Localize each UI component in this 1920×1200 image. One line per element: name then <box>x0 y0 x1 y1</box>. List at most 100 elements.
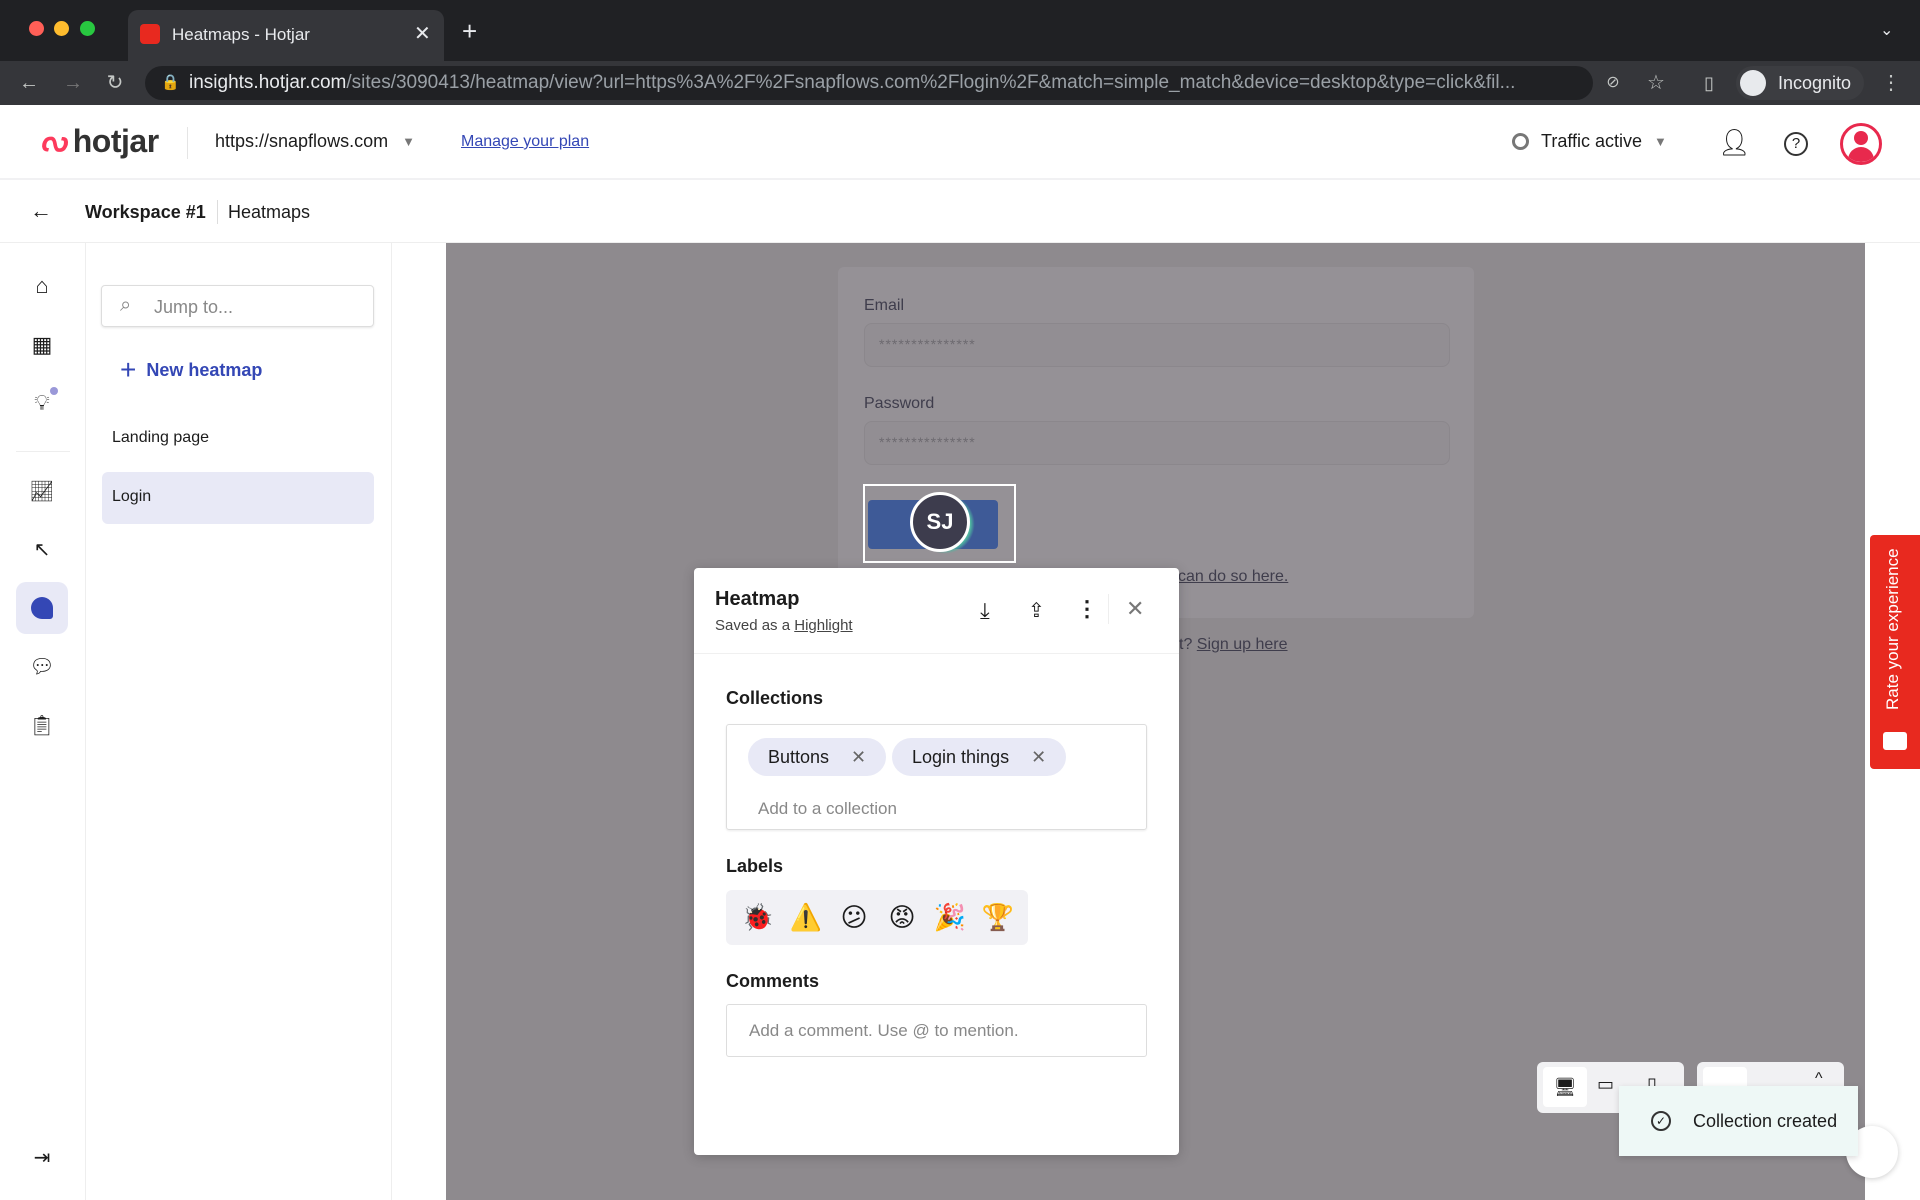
surveys-icon[interactable]: 📋︎ <box>16 699 68 751</box>
angry-label-icon[interactable]: 😡 <box>878 903 926 933</box>
rate-experience-tab[interactable]: Rate your experience <box>1870 535 1920 769</box>
jump-to-search[interactable]: ⌕ Jump to... <box>101 285 374 327</box>
feedback-face-icon <box>1883 732 1907 750</box>
manage-plan-link[interactable]: Manage your plan <box>461 133 589 151</box>
breadcrumb-workspace[interactable]: Workspace #1 <box>85 202 206 223</box>
signup-text: t? Sign up here <box>1179 636 1288 653</box>
logo-text: hotjar <box>72 123 159 159</box>
check-circle-icon: ✓ <box>1651 1111 1671 1131</box>
back-arrow-icon[interactable]: ← <box>30 198 52 224</box>
signup-link: Sign up here <box>1196 636 1288 653</box>
site-url: https://snapflows.com <box>215 131 389 151</box>
chevron-down-icon: ▼ <box>402 134 415 149</box>
incognito-profile-button[interactable]: Incognito <box>1736 66 1864 100</box>
hotjar-logo[interactable]: ᔓ hotjar <box>40 123 159 160</box>
url-host: insights.hotjar.com <box>189 72 347 93</box>
feedback-icon[interactable]: 💬︎ <box>16 640 68 692</box>
invite-user-icon[interactable]: 👤︎ <box>1718 127 1751 158</box>
trends-icon[interactable]: 📈︎ <box>16 465 68 517</box>
tablet-icon[interactable]: ▭ <box>1597 1074 1614 1095</box>
hotjar-flame-icon: ᔓ <box>40 125 67 158</box>
user-avatar[interactable] <box>1840 123 1882 165</box>
app-header: ᔓ hotjar https://snapflows.com ▼ Manage … <box>0 105 1920 180</box>
close-icon[interactable]: ✕ <box>1126 596 1144 622</box>
side-panel-icon[interactable]: ▯ <box>1694 61 1724 105</box>
trophy-label-icon[interactable]: 🏆 <box>974 903 1022 933</box>
comments-label: Comments <box>726 971 820 991</box>
help-icon[interactable]: ? <box>1784 132 1808 156</box>
minimize-window-button[interactable] <box>54 21 69 36</box>
labels-picker: 🐞 ⚠️ 😕 😡 🎉 🏆 <box>726 890 1028 945</box>
user-avatar-marker: SJ <box>910 492 970 552</box>
tab-search-chevron-icon[interactable]: ⌄ <box>1880 20 1893 40</box>
desktop-icon[interactable]: 🖥︎ <box>1543 1067 1587 1107</box>
nav-rail: ⌂ ▦ 💡︎ 📈︎ ↖ 💬︎ 📋︎ ⇥ <box>0 243 86 1200</box>
browser-toolbar: ← → ↻ 🔒 insights.hotjar.com/sites/309041… <box>0 61 1920 105</box>
close-tab-icon[interactable]: ✕ <box>414 21 431 46</box>
remove-chip-icon[interactable]: ✕ <box>851 738 866 776</box>
profile-label: Incognito <box>1778 73 1852 93</box>
more-options-icon[interactable]: ⋮ <box>1076 596 1098 622</box>
sidebar-item-login[interactable]: Login <box>102 472 374 524</box>
bug-label-icon[interactable]: 🐞 <box>734 903 782 933</box>
breadcrumb-heatmaps[interactable]: Heatmaps <box>228 202 310 223</box>
address-bar[interactable]: 🔒 insights.hotjar.com/sites/3090413/heat… <box>145 66 1593 100</box>
share-icon[interactable]: ⇪ <box>1028 598 1045 623</box>
plus-icon: + <box>120 354 137 385</box>
login-form-preview: Email *************** Password *********… <box>838 267 1474 618</box>
confused-label-icon[interactable]: 😕 <box>830 903 878 933</box>
browser-menu-icon[interactable]: ⋮ <box>1876 61 1906 105</box>
recordings-icon[interactable]: ↖ <box>16 523 68 575</box>
eye-off-icon[interactable]: ⊘ <box>1598 61 1628 105</box>
dashboard-icon[interactable]: ▦ <box>16 319 68 371</box>
heatmaps-sidebar: ⌕ Jump to... + New heatmap Landing page … <box>86 243 392 1200</box>
browser-tab-strip: Heatmaps - Hotjar ✕ + ⌄ <box>0 0 1920 61</box>
saved-as-text: Saved as a Highlight <box>715 617 853 634</box>
password-label: Password <box>864 395 935 412</box>
new-tab-button[interactable]: + <box>462 16 477 47</box>
hotjar-favicon-icon <box>140 24 160 44</box>
collection-chip: Login things ✕ <box>892 738 1067 776</box>
collection-chip: Buttons ✕ <box>748 738 887 776</box>
email-label: Email <box>864 297 905 314</box>
highlighted-element[interactable]: SJ <box>863 484 1016 563</box>
email-field: *************** <box>864 323 1450 367</box>
maximize-window-button[interactable] <box>80 21 95 36</box>
search-icon: ⌕ <box>120 294 132 316</box>
back-icon[interactable]: ← <box>14 61 44 105</box>
search-placeholder: Jump to... <box>154 297 234 317</box>
toast-notification: ✓ Collection created <box>1619 1086 1858 1156</box>
party-label-icon[interactable]: 🎉 <box>926 903 974 933</box>
reload-icon[interactable]: ↻ <box>100 61 130 105</box>
site-selector[interactable]: https://snapflows.com ▼ <box>215 131 415 153</box>
highlight-link[interactable]: Highlight <box>794 617 852 634</box>
traffic-status-label: Traffic active <box>1541 131 1643 151</box>
new-heatmap-label: New heatmap <box>146 359 263 380</box>
traffic-status-dropdown[interactable]: Traffic active ▼ <box>1512 131 1667 152</box>
expand-sidebar-icon[interactable]: ⇥ <box>16 1131 68 1183</box>
forward-icon[interactable]: → <box>58 61 88 105</box>
url-path: /sites/3090413/heatmap/view?url=https%3A… <box>346 72 1516 93</box>
labels-label: Labels <box>726 856 784 876</box>
download-icon[interactable]: ⤓ <box>980 598 990 624</box>
incognito-icon <box>1740 70 1766 96</box>
browser-tab[interactable]: Heatmaps - Hotjar ✕ <box>128 10 444 61</box>
home-icon[interactable]: ⌂ <box>16 260 68 312</box>
lightbulb-icon[interactable]: 💡︎ <box>16 377 68 429</box>
traffic-status-icon <box>1512 133 1529 150</box>
comment-input[interactable]: Add a comment. Use @ to mention. <box>726 1004 1147 1057</box>
sidebar-item-landing-page[interactable]: Landing page <box>112 429 209 447</box>
collections-input[interactable]: Buttons ✕ Login things ✕ Add to a collecti… <box>726 724 1147 830</box>
remove-chip-icon[interactable]: ✕ <box>1031 738 1046 776</box>
bookmark-star-icon[interactable]: ☆ <box>1641 61 1671 105</box>
reset-link: can do so here. <box>1178 568 1289 585</box>
heatmaps-icon[interactable] <box>16 582 68 634</box>
new-heatmap-button[interactable]: + New heatmap <box>120 354 262 386</box>
password-field: *************** <box>864 421 1450 465</box>
close-window-button[interactable] <box>29 21 44 36</box>
heatmap-details-panel: Heatmap Saved as a Highlight ⤓ ⇪ ⋮ ✕ Col… <box>694 568 1179 1155</box>
panel-title: Heatmap <box>715 588 800 610</box>
collections-label: Collections <box>726 688 824 708</box>
warning-label-icon[interactable]: ⚠️ <box>782 903 830 933</box>
chevron-down-icon: ▼ <box>1654 134 1667 149</box>
